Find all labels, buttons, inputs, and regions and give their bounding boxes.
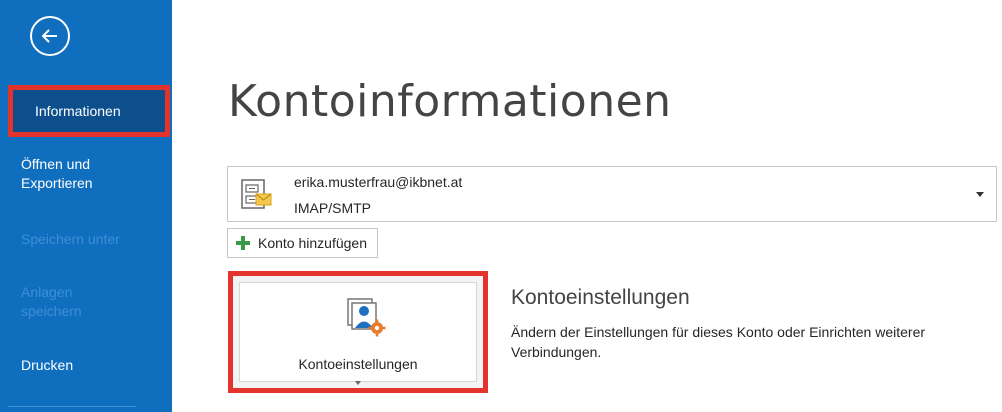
- back-button[interactable]: [30, 16, 70, 56]
- chevron-down-icon: [355, 381, 361, 385]
- sidebar-item-drucken[interactable]: Drucken: [0, 356, 172, 375]
- add-account-button[interactable]: Konto hinzufügen: [227, 228, 378, 258]
- section-description: Ändern der Einstellungen für dieses Kont…: [511, 324, 926, 360]
- sidebar-item-anlagen-speichern: Anlagen speichern: [0, 283, 110, 321]
- back-arrow-icon: [41, 29, 57, 43]
- sidebar-item-oeffnen-exportieren[interactable]: Öffnen und Exportieren: [0, 155, 172, 193]
- sidebar-item-label: Informationen: [35, 103, 121, 119]
- sidebar-item-label: Drucken: [21, 357, 74, 373]
- sidebar-item-speichern-unter: Speichern unter: [0, 230, 172, 249]
- account-settings-icon: [347, 298, 386, 337]
- account-type: IMAP/SMTP: [294, 200, 372, 216]
- sidebar-item-informationen[interactable]: Informationen: [8, 85, 170, 137]
- chevron-down-icon: [976, 192, 984, 197]
- account-settings-tile-inner: Kontoeinstellungen: [239, 282, 477, 385]
- sidebar: Informationen Öffnen und Exportieren Spei…: [0, 0, 172, 412]
- account-email: erika.musterfrau@ikbnet.at: [294, 174, 463, 190]
- add-account-label: Konto hinzufügen: [258, 235, 367, 251]
- section-title: Kontoeinstellungen: [511, 286, 690, 309]
- account-mail-icon: [241, 179, 272, 209]
- sidebar-divider: [8, 406, 136, 407]
- account-selector[interactable]: erika.musterfrau@ikbnet.at IMAP/SMTP: [227, 166, 997, 222]
- plus-icon: [236, 236, 250, 250]
- sidebar-item-label: Anlagen speichern: [21, 284, 82, 319]
- account-settings-label: Kontoeinstellungen: [298, 356, 418, 372]
- sidebar-item-label: Öffnen und Exportieren: [21, 156, 93, 191]
- page-title: Kontoinformationen: [228, 76, 672, 127]
- sidebar-item-label: Speichern unter: [21, 231, 120, 247]
- account-settings-button[interactable]: Kontoeinstellungen: [228, 271, 488, 393]
